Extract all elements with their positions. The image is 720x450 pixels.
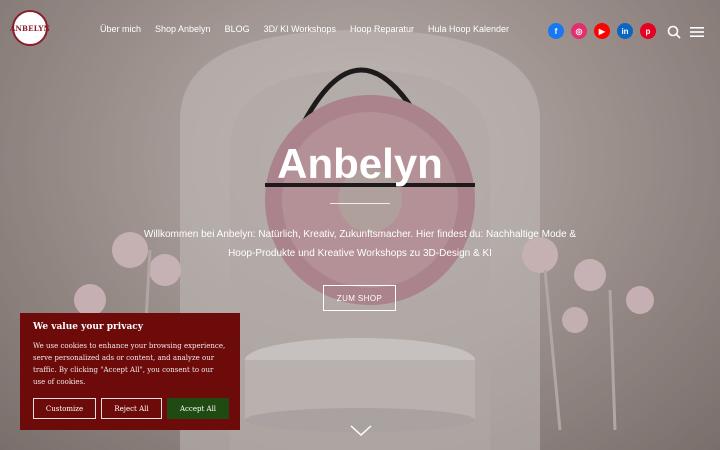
reject-all-button[interactable]: Reject All	[101, 398, 162, 419]
nav-item-kalender[interactable]: Hula Hoop Kalender	[428, 24, 509, 38]
nav-item-hoop-reparatur[interactable]: Hoop Reparatur	[350, 24, 414, 38]
facebook-icon[interactable]: f	[548, 23, 564, 39]
site-logo[interactable]: ANBELYN	[9, 10, 51, 46]
cookie-text: We use cookies to enhance your browsing …	[33, 342, 226, 386]
hero-subtitle-line-2: Hoop-Produkte und Kreative Workshops zu …	[228, 248, 492, 259]
shop-button[interactable]: ZUM SHOP	[323, 285, 396, 311]
customize-button[interactable]: Customize	[33, 398, 96, 419]
search-icon[interactable]	[667, 25, 681, 39]
chevron-down-icon[interactable]	[350, 425, 372, 437]
linkedin-icon[interactable]: in	[617, 23, 633, 39]
cookie-title: We value your privacy	[33, 322, 143, 332]
nav-item-workshops[interactable]: 3D/ KI Workshops	[264, 24, 336, 38]
accept-all-button[interactable]: Accept All	[167, 398, 229, 419]
menu-icon[interactable]	[690, 26, 704, 38]
cookie-actions: Customize Reject All Accept All	[33, 398, 234, 419]
hero-divider	[330, 203, 390, 204]
youtube-icon[interactable]: ▶	[594, 23, 610, 39]
logo-text: ANBELYN	[9, 23, 51, 33]
nav-item-ueber-mich[interactable]: Über mich	[100, 24, 141, 38]
hero-subtitle-line-1: Willkommen bei Anbelyn: Natürlich, Kreat…	[143, 229, 577, 240]
nav-item-shop[interactable]: Shop Anbelyn	[155, 24, 211, 38]
social-links: f ◎ ▶ in p	[548, 23, 663, 39]
hero-title: Anbelyn	[277, 140, 443, 187]
pinterest-icon[interactable]: p	[640, 23, 656, 39]
hero-subtitle: Willkommen bei Anbelyn: Natürlich, Kreat…	[120, 225, 600, 263]
instagram-icon[interactable]: ◎	[571, 23, 587, 39]
main-nav: Über mich Shop Anbelyn BLOG 3D/ KI Works…	[100, 24, 523, 38]
cookie-banner: We value your privacy We use cookies to …	[20, 313, 240, 430]
nav-item-blog[interactable]: BLOG	[225, 24, 250, 38]
